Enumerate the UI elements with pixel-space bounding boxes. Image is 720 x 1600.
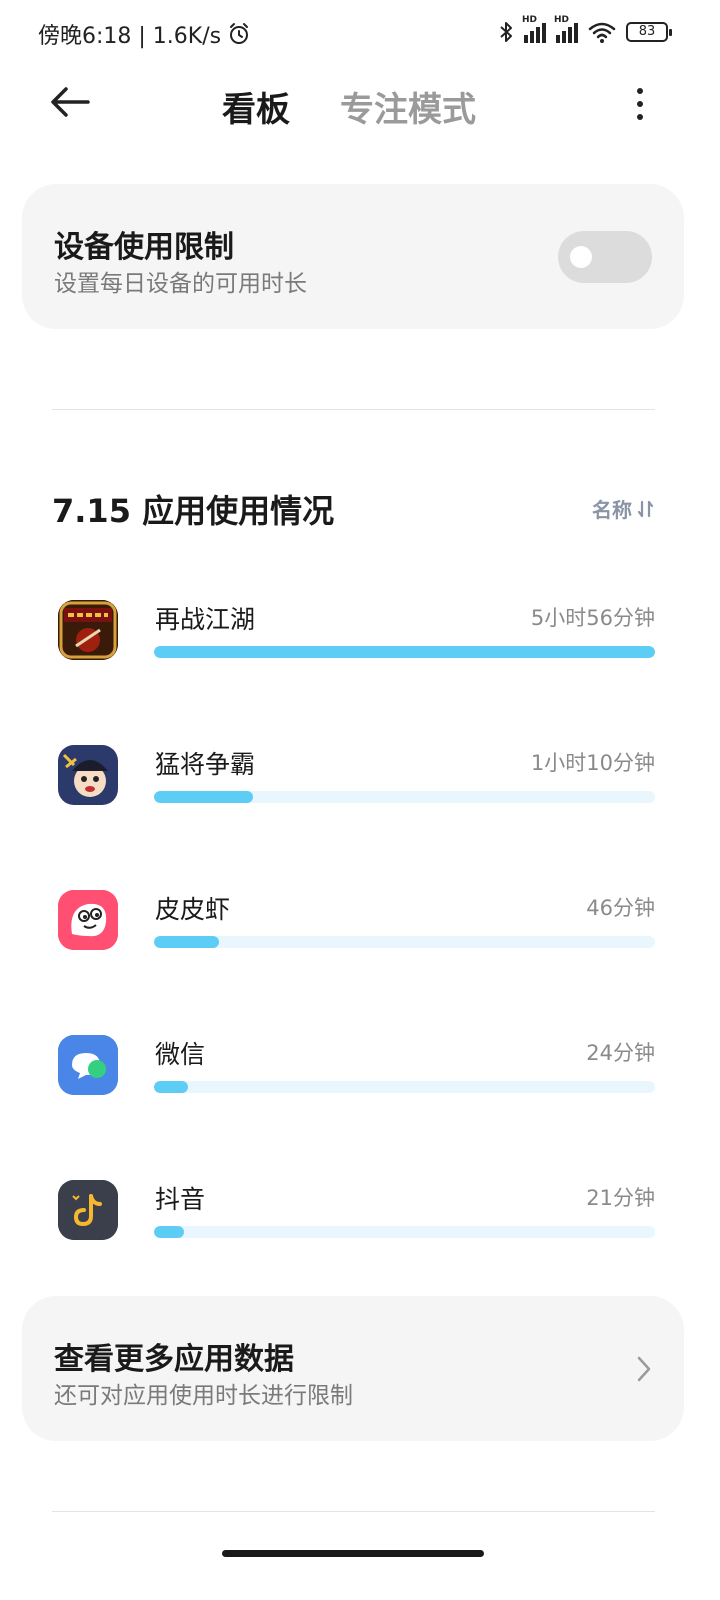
- sort-icon: [638, 500, 654, 517]
- device-limit-title: 设备使用限制: [54, 230, 234, 265]
- app-usage-time: 5小时56分钟: [530, 606, 655, 630]
- usage-bar-track: [154, 1081, 655, 1093]
- app-usage-time: 24分钟: [586, 1041, 655, 1065]
- signal-sim1-icon: HD: [522, 15, 546, 43]
- home-indicator[interactable]: [222, 1550, 484, 1557]
- usage-bar-fill: [154, 791, 253, 803]
- more-dot-icon: [637, 101, 643, 107]
- app-name: 微信: [155, 1040, 206, 1069]
- sort-label: 名称: [592, 498, 632, 522]
- usage-bar-fill: [154, 1081, 188, 1093]
- app-usage-time: 21分钟: [586, 1186, 655, 1210]
- toggle-knob: [570, 246, 592, 268]
- usage-bar-fill: [154, 1226, 184, 1238]
- wifi-icon: [588, 22, 616, 43]
- app-usage-row[interactable]: 皮皮虾 46分钟: [52, 890, 655, 980]
- signal-sim2-icon: HD: [554, 15, 578, 43]
- alarm-icon: [230, 23, 249, 44]
- app-usage-row[interactable]: 微信 24分钟: [52, 1035, 655, 1125]
- status-time-speed: 傍晚6:18 | 1.6K/s: [38, 18, 251, 50]
- top-bar: 看板 专注模式: [0, 70, 720, 140]
- douyin-icon: [58, 1180, 118, 1240]
- app-usage-time: 46分钟: [586, 896, 655, 920]
- tab-focus-mode[interactable]: 专注模式: [340, 82, 476, 131]
- usage-bar-track: [154, 1226, 655, 1238]
- wechat-icon: [58, 1035, 118, 1095]
- status-time-speed-text: 傍晚6:18 | 1.6K/s: [38, 24, 222, 49]
- app-name: 再战江湖: [155, 605, 256, 634]
- more-options-button[interactable]: [626, 84, 654, 124]
- divider: [52, 1511, 655, 1512]
- battery-icon: 83: [626, 22, 672, 42]
- more-app-data-title: 查看更多应用数据: [54, 1342, 294, 1377]
- bluetooth-icon: [500, 22, 512, 42]
- back-arrow-icon: [51, 87, 90, 117]
- app-name: 抖音: [155, 1185, 206, 1214]
- usage-bar-track: [154, 791, 655, 803]
- usage-bar-track: [154, 936, 655, 948]
- app-name: 皮皮虾: [155, 895, 231, 924]
- usage-bar-track: [154, 646, 655, 658]
- app-usage-row[interactable]: 抖音 21分钟: [52, 1180, 655, 1270]
- app-usage-row[interactable]: 猛将争霸 1小时10分钟: [52, 745, 655, 835]
- game-jianghu-icon: [58, 600, 118, 660]
- usage-bar-fill: [154, 936, 219, 948]
- app-usage-time: 1小时10分钟: [530, 751, 655, 775]
- divider: [52, 409, 655, 410]
- battery-level: 83: [638, 24, 656, 39]
- back-button[interactable]: [48, 82, 98, 128]
- more-app-data-card[interactable]: 查看更多应用数据 还可对应用使用时长进行限制: [22, 1296, 684, 1441]
- sort-by-name-button[interactable]: 名称: [592, 494, 654, 523]
- usage-section-title: 7.15 应用使用情况: [52, 492, 335, 530]
- pipixia-icon: [58, 890, 118, 950]
- game-mengjiang-icon: [58, 745, 118, 805]
- more-dot-icon: [637, 88, 643, 94]
- device-limit-card[interactable]: 设备使用限制 设置每日设备的可用时长: [22, 184, 684, 329]
- app-name: 猛将争霸: [155, 750, 256, 779]
- more-app-data-subtitle: 还可对应用使用时长进行限制: [54, 1383, 353, 1409]
- device-limit-toggle[interactable]: [558, 231, 652, 283]
- chevron-right-icon: [637, 1356, 651, 1382]
- status-icons: HD HD 83: [498, 15, 672, 44]
- app-usage-row[interactable]: 再战江湖 5小时56分钟: [52, 600, 655, 690]
- tab-dashboard[interactable]: 看板: [222, 82, 290, 131]
- device-limit-subtitle: 设置每日设备的可用时长: [54, 271, 307, 297]
- usage-bar-fill: [154, 646, 655, 658]
- status-bar: 傍晚6:18 | 1.6K/s HD HD 83: [0, 0, 720, 70]
- more-dot-icon: [637, 114, 643, 120]
